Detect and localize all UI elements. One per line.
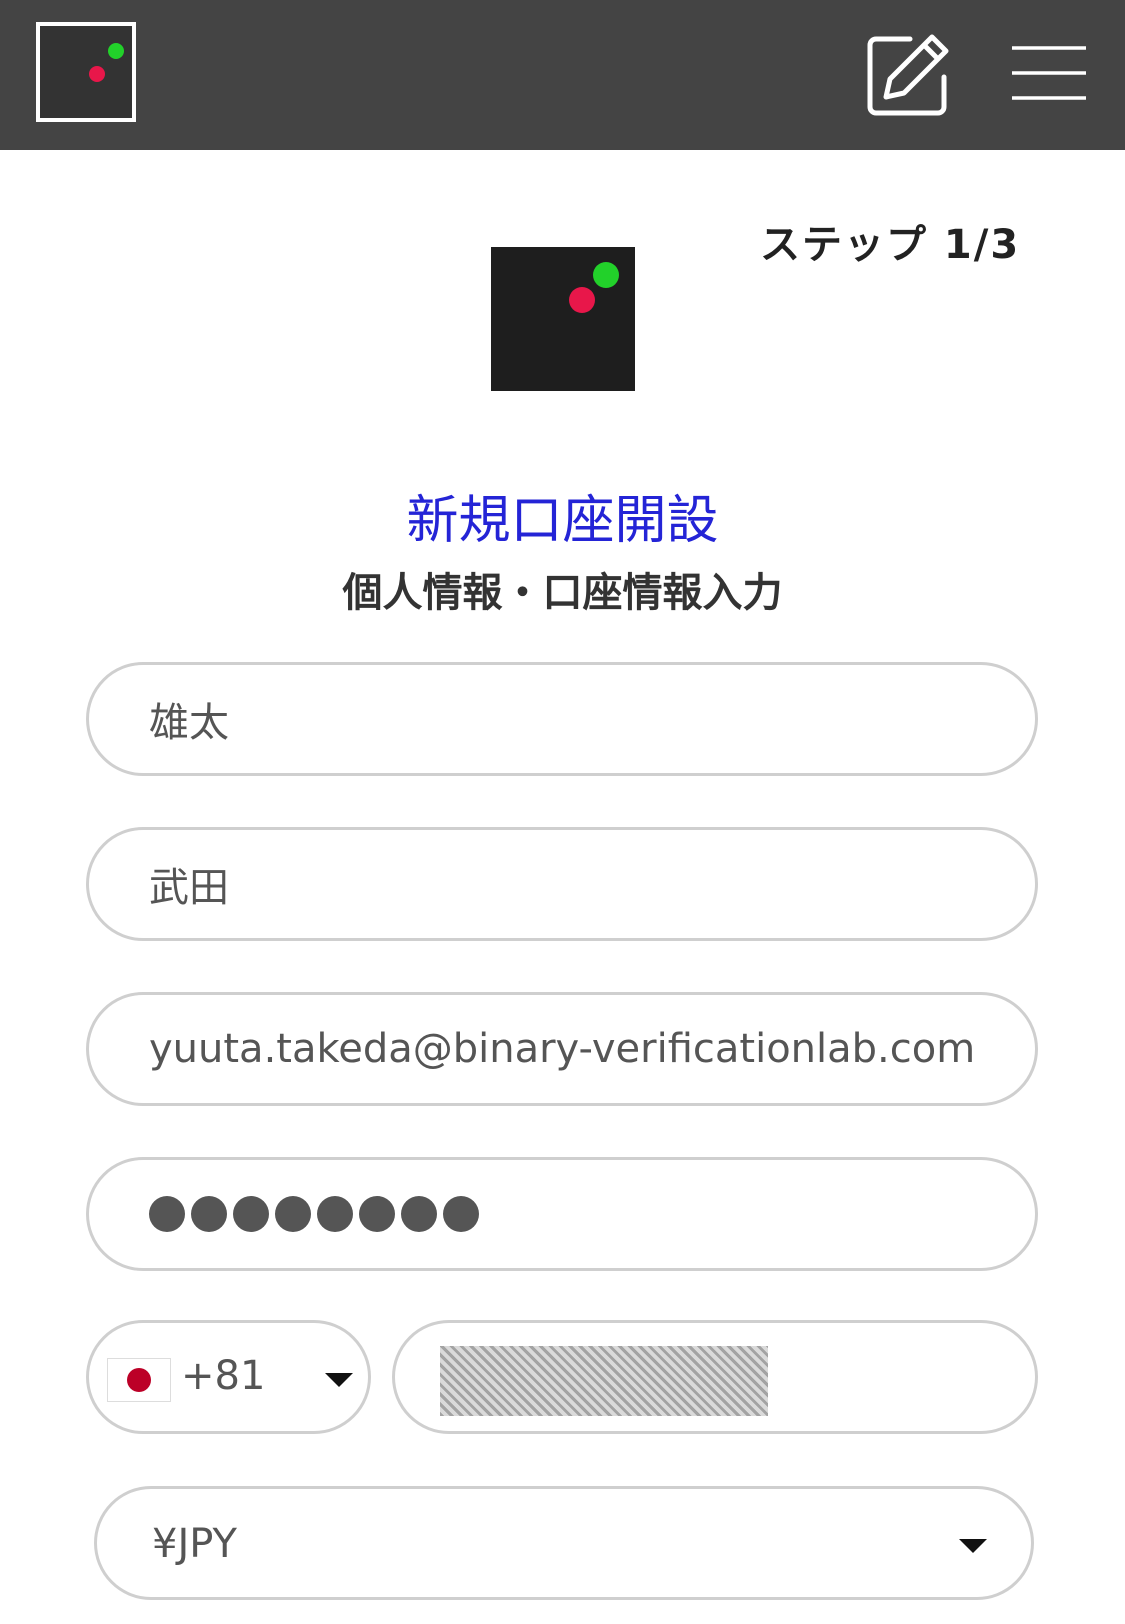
page-subtitle: 個人情報・口座情報入力: [342, 570, 783, 616]
hamburger-menu-svg: [1012, 46, 1086, 100]
page: ステップ 1/3 新規口座開設 個人情報・口座情報入力 +81 ¥JPY: [0, 0, 1125, 1624]
country-code-value: +81: [181, 1353, 266, 1399]
brand-logo-icon[interactable]: [36, 22, 136, 122]
password-masked-value: [149, 1196, 479, 1232]
chevron-down-icon: [325, 1373, 353, 1387]
logo-red-dot: [89, 66, 105, 82]
phone-number-redacted: [440, 1346, 768, 1416]
japan-flag-icon: [107, 1358, 171, 1402]
logo-green-dot: [108, 43, 124, 59]
first-name-field[interactable]: [86, 662, 1038, 776]
country-code-select[interactable]: +81: [86, 1320, 371, 1434]
email-input[interactable]: [149, 995, 975, 1103]
edit-icon-svg: [867, 34, 949, 116]
brand-logo-large-icon: [491, 247, 635, 391]
logo-green-dot: [593, 262, 619, 288]
edit-icon[interactable]: [866, 33, 950, 117]
password-field[interactable]: [86, 1157, 1038, 1271]
last-name-field[interactable]: [86, 827, 1038, 941]
page-title: 新規口座開設: [406, 491, 719, 551]
first-name-input[interactable]: [149, 665, 975, 773]
chevron-down-icon: [959, 1539, 987, 1553]
phone-number-field[interactable]: [392, 1320, 1038, 1434]
currency-value: ¥JPY: [152, 1521, 237, 1567]
step-indicator: ステップ 1/3: [760, 222, 1021, 268]
hamburger-menu-icon[interactable]: [1010, 44, 1088, 104]
top-header: [0, 0, 1125, 150]
last-name-input[interactable]: [149, 830, 975, 938]
currency-select[interactable]: ¥JPY: [94, 1486, 1034, 1600]
logo-red-dot: [569, 287, 595, 313]
email-field[interactable]: [86, 992, 1038, 1106]
